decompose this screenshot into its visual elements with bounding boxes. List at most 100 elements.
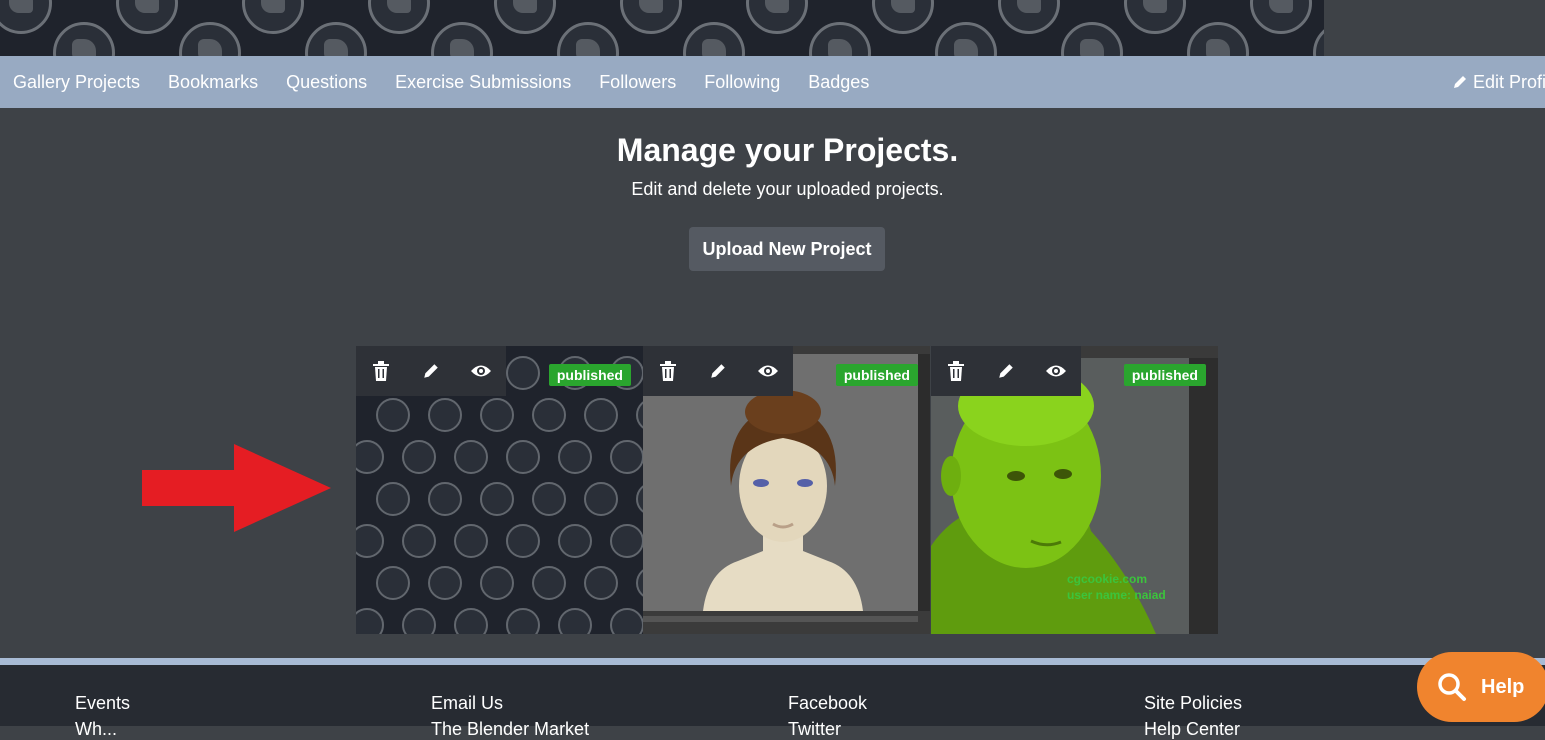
banner-spacer (1324, 0, 1545, 56)
pattern-logo (454, 608, 488, 634)
pattern-logo (620, 0, 682, 34)
pattern-logo (1061, 22, 1123, 56)
pattern-logo (746, 0, 808, 34)
nav-badges[interactable]: Badges (794, 72, 883, 93)
trash-icon[interactable] (370, 360, 392, 382)
pattern-logo (480, 482, 514, 516)
pattern-logo (558, 440, 592, 474)
pattern-logo (584, 566, 618, 600)
upload-new-project-button[interactable]: Upload New Project (689, 227, 885, 271)
pattern-logo (242, 0, 304, 34)
pattern-logo (480, 566, 514, 600)
pattern-logo (356, 524, 384, 558)
page-title: Manage your Projects. (616, 132, 959, 168)
pattern-logo (636, 566, 643, 600)
pencil-icon[interactable] (707, 360, 729, 382)
pattern-logo (557, 22, 619, 56)
footer-link[interactable]: Help Center (1144, 719, 1240, 740)
eye-icon[interactable] (470, 360, 492, 382)
pencil-icon (1454, 76, 1466, 88)
watermark-site: cgcookie.com (1067, 572, 1148, 586)
pattern-logo (402, 524, 436, 558)
pattern-logo (356, 608, 384, 634)
page-subtitle: Edit and delete your uploaded projects. (631, 179, 944, 199)
pencil-icon[interactable] (420, 360, 442, 382)
pattern-logo (368, 0, 430, 34)
pattern-logo (1187, 22, 1249, 56)
nav-exercise-submissions[interactable]: Exercise Submissions (381, 72, 585, 93)
pattern-logo (402, 440, 436, 474)
pattern-logo (636, 482, 643, 516)
project-card[interactable]: published (356, 346, 643, 634)
site-footer: Events Wh... Email Us The Blender Market… (0, 665, 1545, 739)
status-badge: published (548, 364, 631, 386)
project-card[interactable]: published (643, 346, 930, 634)
edit-profile-label: Edit Profi (1473, 71, 1545, 92)
footer-link-facebook[interactable]: Facebook (788, 693, 867, 714)
pattern-logo (935, 22, 997, 56)
pattern-logo (506, 356, 540, 390)
footer-link[interactable]: The Blender Market (431, 719, 589, 740)
pattern-logo (53, 22, 115, 56)
pattern-logo (494, 0, 556, 34)
pattern-logo (1250, 0, 1312, 34)
pattern-logo (558, 608, 592, 634)
pencil-icon[interactable] (995, 360, 1017, 382)
pattern-logo (376, 566, 410, 600)
pattern-logo (532, 566, 566, 600)
pattern-logo (116, 0, 178, 34)
pattern-logo (428, 482, 462, 516)
footer-link-email[interactable]: Email Us (431, 693, 503, 714)
trash-icon[interactable] (657, 360, 679, 382)
footer-link-events[interactable]: Events (75, 693, 130, 714)
footer-link[interactable]: Twitter (788, 719, 841, 740)
status-badge: published (1123, 364, 1206, 386)
pattern-logo (480, 398, 514, 432)
project-card[interactable]: published cgcookie.com user name: naiad (931, 346, 1218, 634)
pattern-logo (0, 0, 52, 34)
pattern-logo (305, 22, 367, 56)
pattern-logo (636, 398, 643, 432)
nav-gallery-projects[interactable]: Gallery Projects (0, 72, 154, 93)
pattern-logo (428, 398, 462, 432)
pattern-logo (584, 398, 618, 432)
watermark-username: user name: naiad (1067, 588, 1166, 602)
nav-following[interactable]: Following (690, 72, 794, 93)
pattern-logo (376, 398, 410, 432)
footer-link[interactable]: Wh... (75, 719, 117, 740)
eye-icon[interactable] (1045, 360, 1067, 382)
pattern-logo (506, 440, 540, 474)
eye-icon[interactable] (757, 360, 779, 382)
pattern-logo (809, 22, 871, 56)
pattern-logo (1124, 0, 1186, 34)
edit-profile-link[interactable]: Edit Profi (1452, 56, 1545, 108)
pattern-logo (683, 22, 745, 56)
footer-divider (0, 658, 1545, 665)
pattern-logo (506, 524, 540, 558)
nav-questions[interactable]: Questions (272, 72, 381, 93)
pattern-logo (610, 524, 643, 558)
pattern-logo (454, 524, 488, 558)
pattern-logo (872, 0, 934, 34)
thumbnail-watermark: cgcookie.com user name: naiad (1067, 571, 1166, 603)
project-toolbar (643, 346, 793, 396)
search-icon (1438, 673, 1466, 701)
project-toolbar (931, 346, 1081, 396)
pattern-logo (610, 440, 643, 474)
nav-bookmarks[interactable]: Bookmarks (154, 72, 272, 93)
red-arrow-right-icon (142, 444, 331, 532)
status-badge: published (835, 364, 918, 386)
help-button[interactable]: Help (1417, 652, 1545, 722)
pattern-logo (532, 482, 566, 516)
pattern-logo (584, 482, 618, 516)
nav-followers[interactable]: Followers (585, 72, 690, 93)
pattern-logo (431, 22, 493, 56)
pattern-logo (1313, 22, 1324, 56)
pattern-logo (376, 482, 410, 516)
footer-link-site-policies[interactable]: Site Policies (1144, 693, 1242, 714)
pattern-logo (610, 608, 643, 634)
help-label: Help (1481, 675, 1525, 698)
pattern-logo (506, 608, 540, 634)
trash-icon[interactable] (945, 360, 967, 382)
pattern-logo (454, 440, 488, 474)
